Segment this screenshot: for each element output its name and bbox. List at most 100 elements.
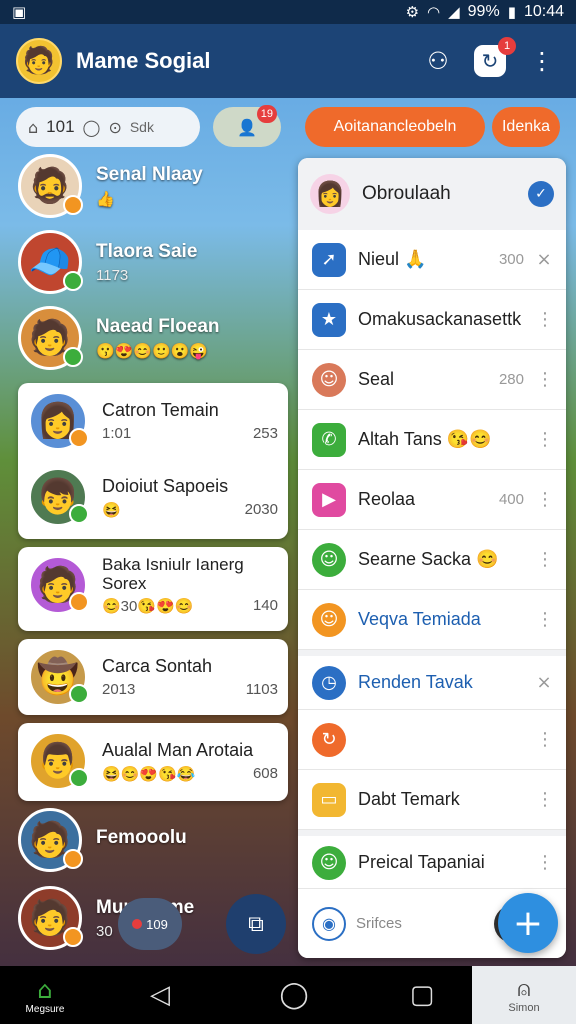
plus-icon: + <box>512 902 544 944</box>
avatar-icon: ☺ <box>312 845 346 880</box>
chat-item[interactable]: 🧑 Baka Isniulr Ianerg Sorex 😊30😘😍😊 140 <box>18 547 288 623</box>
chat-item[interactable]: 🧢 Tlaora Saie 1173 <box>18 230 288 294</box>
panel-row[interactable]: ☺ Preical Tapaniai ⋮ <box>298 830 566 890</box>
clock-text: 10:44 <box>523 3 564 20</box>
user-icon: 🧑 <box>22 46 56 76</box>
panel-row[interactable]: ▭ Dabt Temark ⋮ <box>298 770 566 830</box>
wifi-icon: ◠ <box>427 3 441 21</box>
chat-count: 253 <box>252 425 278 442</box>
avatar: 🧑 <box>18 306 83 370</box>
home-label: Megsure <box>25 1003 65 1015</box>
profile-tab[interactable]: ⍝ Simon <box>472 966 576 1024</box>
chat-name: Naead Floean <box>96 316 220 337</box>
chat-emoji: 😊30😘😍😊 <box>102 598 194 615</box>
chat-item[interactable]: 🤠 Carca Sontah 2013 1103 <box>18 639 288 715</box>
row-count: 400 <box>498 491 524 508</box>
primary-action-button[interactable]: Aoitanancleobeln <box>305 107 485 147</box>
more-vertical-icon[interactable]: ⋮ <box>536 729 554 750</box>
add-button[interactable]: + <box>498 893 558 953</box>
more-vertical-icon[interactable]: ⋮ <box>536 549 554 570</box>
more-vertical-icon[interactable]: ⋮ <box>536 789 554 810</box>
panel-row[interactable]: ➚ Nieul 🙏 300 × <box>298 230 566 290</box>
inbox-icon: ⌂ <box>28 117 39 137</box>
status-dot <box>69 592 89 612</box>
battery-text: 99% <box>467 3 500 20</box>
filter-count: 101 <box>46 117 75 136</box>
chat-card: 🤠 Carca Sontah 2013 1103 <box>18 639 288 715</box>
more-vertical-icon[interactable]: ⋮ <box>536 609 554 630</box>
status-dot <box>63 347 83 367</box>
chat-count: 608 <box>252 764 278 782</box>
avatar-icon: ☺ <box>312 362 346 397</box>
row-label: Altah Tans 😘😊 <box>358 429 492 449</box>
check-icon[interactable]: ✓ <box>528 181 554 207</box>
row-label: Seal <box>358 369 395 389</box>
chat-count: 1103 <box>245 681 278 698</box>
chat-card: 👨 Aualal Man Arotaia 😆😊😍😘😂 608 <box>18 723 288 801</box>
close-icon[interactable]: × <box>536 249 552 270</box>
avatar-icon: ☺ <box>312 602 346 637</box>
row-label: Dabt Temark <box>358 789 460 809</box>
row-label: Searne Sacka 😊 <box>358 549 499 569</box>
recents-button[interactable]: ▢ <box>358 980 486 1010</box>
more-vertical-icon[interactable]: ⋮ <box>536 309 554 330</box>
status-dot <box>69 768 89 788</box>
home-button[interactable]: ◯ <box>230 980 358 1010</box>
close-icon[interactable]: × <box>536 672 552 693</box>
chat-sub: 👍 <box>96 191 115 208</box>
more-menu-button[interactable]: ⋮ <box>524 43 560 79</box>
row-label: Reolaa <box>358 489 416 509</box>
image-icon: ▣ <box>12 3 27 21</box>
panel-header[interactable]: 👩 Obroulaah ✓ <box>298 158 566 230</box>
panel-row[interactable]: ☺ Veqva Temiada ⋮ <box>298 590 566 650</box>
compose-button[interactable]: ⧉ <box>226 894 286 954</box>
secondary-action-button[interactable]: Idenka <box>492 107 560 147</box>
home-app-button[interactable]: ⌂ Megsure <box>0 976 90 1015</box>
chat-name: Baka Isniulr Ianerg Sorex <box>102 555 244 593</box>
audio-icon[interactable]: ◉ <box>312 906 346 941</box>
profile-tab-label: Simon <box>508 1001 540 1014</box>
more-vertical-icon[interactable]: ⋮ <box>536 852 554 873</box>
profile-avatar[interactable]: 🧑 <box>16 38 62 84</box>
people-icon: ⚇ <box>427 47 449 75</box>
panel-row[interactable]: ☺ Seal 280 ⋮ <box>298 350 566 410</box>
chat-item[interactable]: 🧑 Naead Floean 😗😍😊🙂😮😜 <box>18 306 288 370</box>
chat-item[interactable]: 🧑 Femooolu <box>18 808 288 872</box>
avatar: 🧑 <box>18 808 83 872</box>
app-header: 🧑 Mame Sogial ⚇ ↻ 1 ⋮ <box>0 24 576 98</box>
record-icon <box>132 919 143 929</box>
row-label: Nieul 🙏 <box>358 249 427 269</box>
panel-row[interactable]: ↻ ⋮ <box>298 710 566 770</box>
chat-item[interactable]: 👨 Aualal Man Arotaia 😆😊😍😘😂 608 <box>18 723 288 799</box>
more-vertical-icon[interactable]: ⋮ <box>536 489 554 510</box>
filter-bar[interactable]: ⌂ 101 ◯ ⊙ Sdk <box>16 107 200 147</box>
filter-chip-contacts[interactable]: 👤 19 <box>213 105 281 147</box>
status-dot <box>63 849 83 869</box>
panel-row[interactable]: ◷ Renden Tavak × <box>298 650 566 710</box>
chat-item[interactable]: 👦 Doioiut Sapoeis 😆 2030 <box>18 459 288 535</box>
panel-row[interactable]: ☺ Searne Sacka 😊 ⋮ <box>298 530 566 590</box>
more-vertical-icon[interactable]: ⋮ <box>536 429 554 450</box>
home-icon: ⌂ <box>37 975 53 1004</box>
more-vertical-icon[interactable]: ⋮ <box>536 369 554 390</box>
floating-count-pill[interactable]: 109 <box>118 898 182 950</box>
row-count: 300 <box>498 251 524 268</box>
play-icon: ▶ <box>312 482 346 517</box>
chat-card: 🧑 Baka Isniulr Ianerg Sorex 😊30😘😍😊 140 <box>18 547 288 631</box>
footer-label: Srifces <box>356 915 402 932</box>
chat-name: Senal Nlaay <box>96 164 203 185</box>
back-button[interactable]: ◁ <box>90 980 230 1010</box>
star-icon: ★ <box>312 302 346 337</box>
row-label: Veqva Temiada <box>358 609 481 629</box>
avatar-icon: 👤 <box>237 117 257 137</box>
row-label: Omakusackanasettk <box>358 309 522 329</box>
notification-badge: 1 <box>498 37 516 55</box>
chat-item[interactable]: 👩 Catron Temain 1:01 253 <box>18 383 288 459</box>
panel-row[interactable]: ★ Omakusackanasettk ⋮ <box>298 290 566 350</box>
notifications-button[interactable]: ↻ 1 <box>474 37 516 77</box>
contacts-button[interactable]: ⚇ <box>420 43 456 79</box>
panel-row[interactable]: ✆ Altah Tans 😘😊 ⋮ <box>298 410 566 470</box>
chat-item[interactable]: 🧔 Senal Nlaay 👍 <box>18 154 288 218</box>
row-label: Preical Tapaniai <box>358 852 485 872</box>
panel-row[interactable]: ▶ Reolaa 400 ⋮ <box>298 470 566 530</box>
